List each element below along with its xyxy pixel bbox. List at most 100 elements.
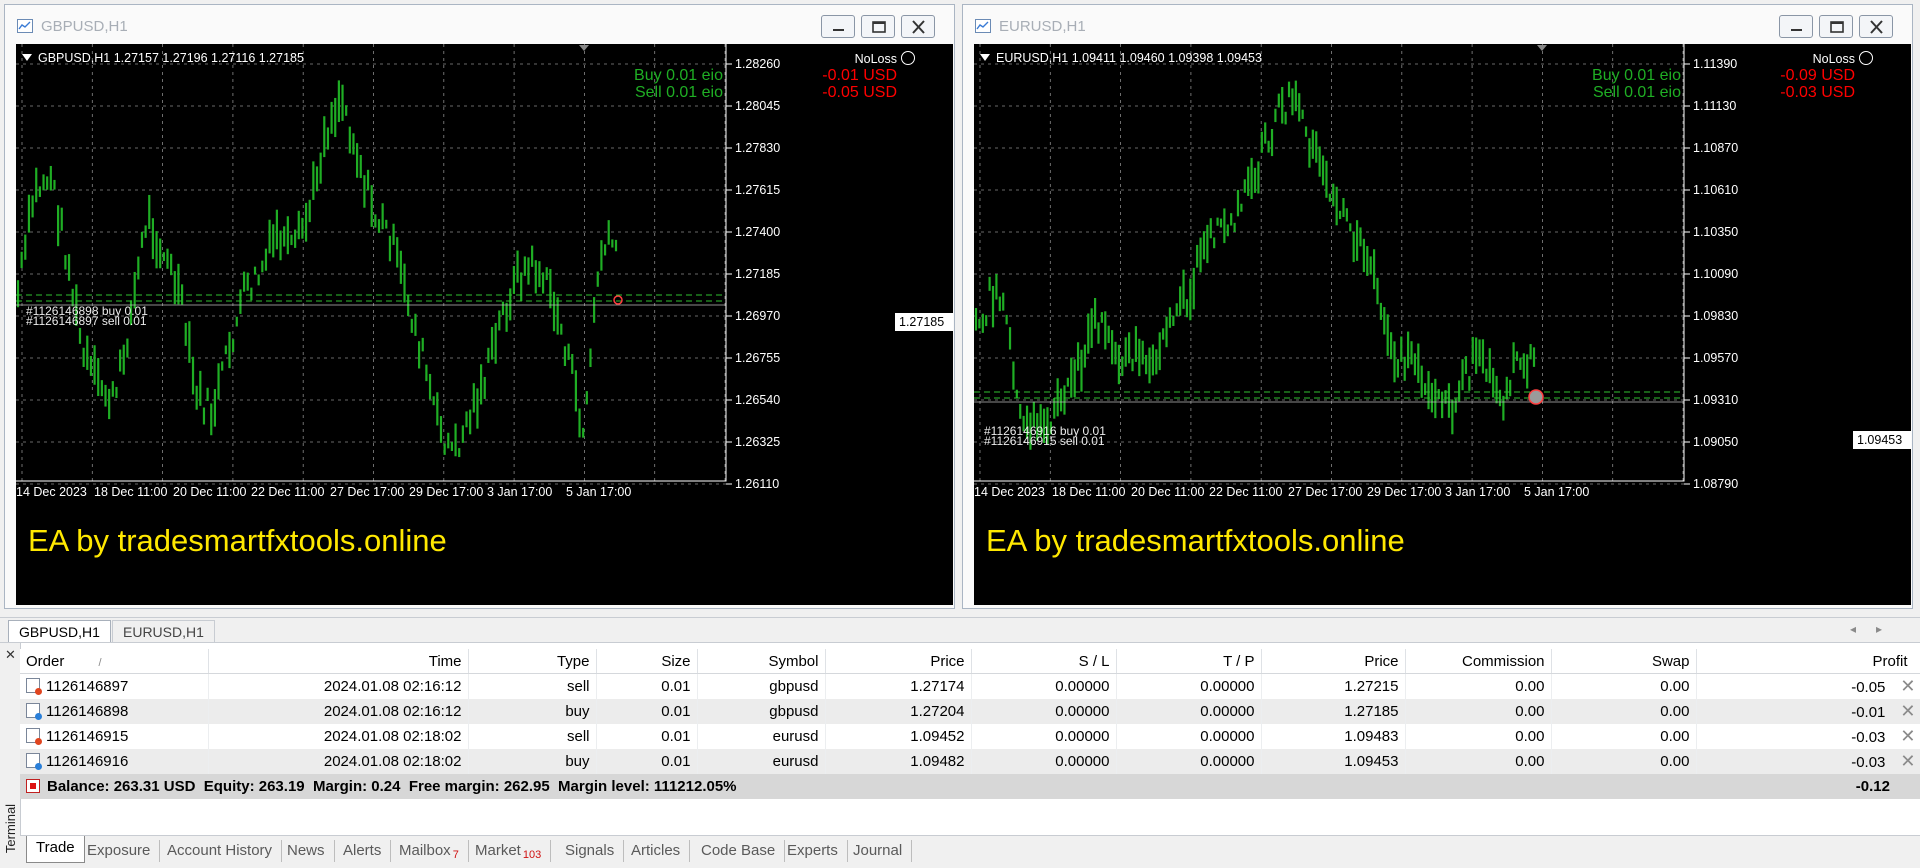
type-cell: sell: [468, 724, 597, 749]
price-chart[interactable]: 1.28260 1.28045 1.27830 1.27615 1.27400 1.271…: [16, 44, 953, 605]
profit-value: -0.05: [1851, 679, 1886, 696]
price-axis-label: 1.26110: [735, 477, 779, 491]
symbol-cell: eurusd: [697, 749, 826, 774]
order-number: 1126146897: [46, 678, 129, 695]
terminal-tab-trade[interactable]: Trade: [26, 836, 85, 863]
window-titlebar[interactable]: GBPUSD,H1: [5, 5, 954, 43]
terminal-tab-signals[interactable]: Signals: [556, 840, 625, 862]
window-titlebar[interactable]: EURUSD,H1: [963, 5, 1912, 43]
price-axis-label: 1.27830: [735, 141, 780, 155]
ohlc-readout: GBPUSD,H1 1.27157 1.27196 1.27116 1.2718…: [22, 51, 304, 65]
maximize-button[interactable]: [861, 15, 895, 38]
table-row[interactable]: 1126146916 2024.01.08 02:18:02 buy 0.01 euru…: [20, 749, 1920, 774]
ohlc-readout: EURUSD,H1 1.09411 1.09460 1.09398 1.0945…: [980, 51, 1262, 65]
tab-scroll-arrows[interactable]: ◂▸: [1850, 622, 1902, 636]
profit-value: -0.03: [1851, 754, 1886, 771]
terminal-tab-code-base[interactable]: Code Base: [692, 840, 786, 862]
tab-label: Market: [475, 842, 521, 859]
symbol-cell: gbpusd: [697, 673, 826, 699]
terminal-tab-articles[interactable]: Articles: [622, 840, 691, 862]
sell-order-line-label[interactable]: #1126146897 sell 0.01: [26, 314, 147, 328]
time-axis-label: 14 Dec 2023: [16, 485, 87, 499]
column-header-order[interactable]: Order /: [20, 649, 209, 674]
tab-label: Trade: [36, 839, 75, 856]
column-header-swap[interactable]: Swap: [1551, 649, 1697, 674]
close-order-icon[interactable]: ✕: [1895, 751, 1915, 771]
terminal-side-bar: ✕ Terminal: [0, 643, 21, 868]
cur-price-cell: 1.09453: [1261, 749, 1406, 774]
column-header-symbol[interactable]: Symbol: [697, 649, 826, 674]
smiley-icon: [1859, 51, 1873, 65]
current-price-tag: 1.27185: [895, 313, 953, 331]
column-header-tp[interactable]: T / P: [1116, 649, 1262, 674]
price-chart[interactable]: 1.11390 1.11130 1.10870 1.10610 1.10350 1.100…: [974, 44, 1911, 605]
sell-order-line-label[interactable]: #1126146915 sell 0.01: [984, 434, 1105, 448]
column-header-size[interactable]: Size: [596, 649, 698, 674]
table-row[interactable]: 1126146897 2024.01.08 02:16:12 sell 0.01 gbp…: [20, 673, 1920, 699]
time-cell: 2024.01.08 02:18:02: [208, 749, 469, 774]
chevron-down-icon[interactable]: [980, 54, 990, 61]
terminal-tab-exposure[interactable]: Exposure: [78, 840, 161, 862]
sell-position-label: Sell 0.01 eio: [1592, 84, 1681, 101]
price-axis-label: 1.27615: [735, 183, 780, 197]
size-cell: 0.01: [596, 749, 698, 774]
time-cell: 2024.01.08 02:18:02: [208, 724, 469, 749]
column-header-commission[interactable]: Commission: [1405, 649, 1552, 674]
minimize-button[interactable]: [821, 15, 855, 38]
terminal-tab-journal[interactable]: Journal: [844, 840, 913, 862]
order-number: 1126146898: [46, 703, 129, 720]
column-header-type[interactable]: Type: [468, 649, 597, 674]
commission-cell: 0.00: [1405, 724, 1552, 749]
column-header-sl[interactable]: S / L: [971, 649, 1117, 674]
order-marker[interactable]: [1528, 389, 1544, 405]
table-row[interactable]: 1126146898 2024.01.08 02:16:12 buy 0.01 gbpu…: [20, 699, 1920, 724]
time-axis-label: 18 Dec 11:00: [1052, 485, 1125, 499]
chart-shift-marker[interactable]: [579, 45, 589, 51]
terminal-tab-experts[interactable]: Experts: [778, 840, 848, 862]
close-order-icon[interactable]: ✕: [1895, 676, 1915, 696]
minimize-button[interactable]: [1779, 15, 1813, 38]
type-cell: sell: [468, 673, 597, 699]
size-cell: 0.01: [596, 699, 698, 724]
swap-cell: 0.00: [1551, 749, 1697, 774]
column-header-price[interactable]: Price: [825, 649, 972, 674]
time-axis-label: 5 Jan 17:00: [566, 485, 631, 499]
table-header: Order / Time Type Size Symbol Price S / …: [20, 649, 1920, 674]
close-order-icon[interactable]: ✕: [1895, 726, 1915, 746]
close-order-icon[interactable]: ✕: [1895, 701, 1915, 721]
chart-window-eurusd: EURUSD,H1 1.11390 1.11130 1.10870 1.10610 1.…: [962, 4, 1913, 609]
chart-tab-gbpusd[interactable]: GBPUSD,H1: [8, 620, 111, 642]
price-axis-label: 1.26540: [735, 393, 780, 407]
chart-shift-marker[interactable]: [1537, 45, 1547, 51]
size-cell: 0.01: [596, 673, 698, 699]
minimize-icon: [1791, 29, 1802, 31]
terminal-tab-market[interactable]: Market 103: [466, 840, 552, 862]
tab-label: Experts: [787, 842, 838, 859]
chart-tab-eurusd[interactable]: EURUSD,H1: [112, 620, 215, 642]
maximize-icon: [872, 21, 886, 33]
close-icon: [912, 20, 925, 34]
terminal-tab-alerts[interactable]: Alerts: [334, 840, 392, 862]
column-header-time[interactable]: Time: [208, 649, 469, 674]
close-window-button[interactable]: [1859, 15, 1893, 38]
chart-window-icon: [975, 19, 991, 33]
column-header-current-price[interactable]: Price: [1261, 649, 1406, 674]
terminal-tab-news[interactable]: News: [278, 840, 335, 862]
terminal-tab-mailbox[interactable]: Mailbox 7: [390, 840, 469, 862]
close-icon: [1870, 20, 1883, 34]
column-header-profit[interactable]: Profit: [1696, 649, 1920, 674]
sell-order-icon: [26, 678, 42, 695]
tab-label: Code Base: [701, 842, 776, 859]
close-icon[interactable]: ✕: [5, 647, 16, 663]
table-row[interactable]: 1126146915 2024.01.08 02:18:02 sell 0.01 eur…: [20, 724, 1920, 749]
buy-position-label: Buy 0.01 eio: [1592, 67, 1681, 84]
terminal-tab-account-history[interactable]: Account History: [158, 840, 283, 862]
swap-cell: 0.00: [1551, 673, 1697, 699]
chevron-down-icon[interactable]: [22, 54, 32, 61]
order-marker[interactable]: [613, 295, 623, 305]
tp-cell: 0.00000: [1116, 673, 1262, 699]
price-axis-label: 1.26755: [735, 351, 780, 365]
ea-watermark: EA by tradesmartfxtools.online: [28, 523, 447, 558]
maximize-button[interactable]: [1819, 15, 1853, 38]
close-window-button[interactable]: [901, 15, 935, 38]
